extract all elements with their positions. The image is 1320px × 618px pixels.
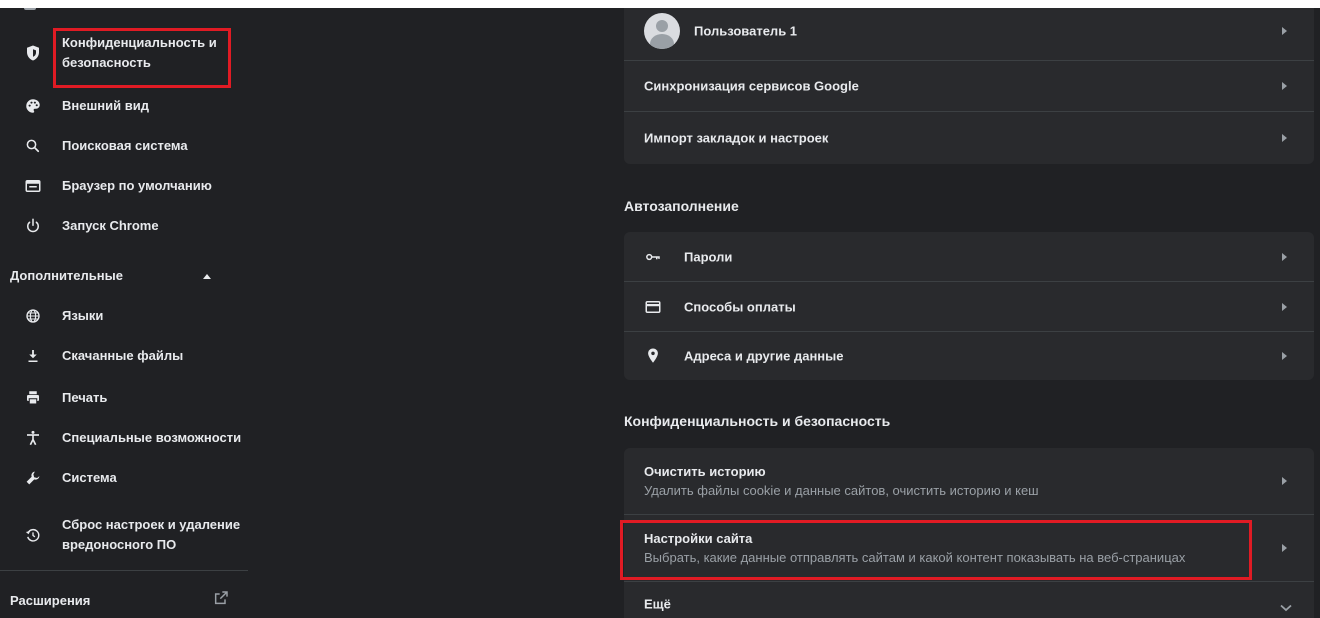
credit-card-icon (644, 298, 662, 316)
sidebar-item-partial (24, 8, 36, 10)
sidebar-item-accessibility[interactable]: Специальные возможности (0, 418, 250, 458)
open-in-new-icon[interactable] (213, 590, 229, 606)
sidebar-item-label: Печать (62, 390, 108, 405)
sidebar-item-label: Скачанные файлы (62, 348, 184, 363)
sidebar-item-default-browser[interactable]: Браузер по умолчанию (0, 166, 250, 206)
more-label: Ещё (644, 596, 671, 612)
highlight-box-site-settings (620, 520, 1252, 580)
sidebar-item-label: Языки (62, 308, 104, 323)
profile-name: Пользователь 1 (694, 23, 798, 39)
arrow-right-icon (1282, 27, 1287, 35)
import-row[interactable]: Импорт закладок и настроек (624, 112, 1314, 164)
people-card: Пользователь 1 Синхронизация сервисов Go… (624, 8, 1314, 164)
arrow-right-icon (1282, 352, 1287, 360)
chrome-settings-window: Конфиденциальность и безопасность Внешни… (0, 8, 1320, 618)
settings-sidebar: Конфиденциальность и безопасность Внешни… (0, 8, 258, 618)
sidebar-item-languages[interactable]: Языки (0, 296, 250, 336)
restore-icon (24, 526, 42, 544)
sidebar-advanced-toggle[interactable]: Дополнительные (10, 268, 123, 283)
sidebar-divider (0, 570, 248, 571)
arrow-right-icon (1282, 82, 1287, 90)
arrow-right-icon (1282, 477, 1287, 485)
sidebar-item-extensions[interactable]: Расширения (10, 593, 90, 608)
addresses-row[interactable]: Адреса и другие данные (624, 332, 1314, 380)
clear-history-label: Очистить историю (644, 464, 766, 479)
clear-history-block: Очистить историю Удалить файлы cookie и … (644, 464, 1039, 498)
advanced-label: Дополнительные (10, 268, 123, 283)
chevron-up-icon[interactable] (203, 274, 211, 279)
profile-row[interactable]: Пользователь 1 (624, 8, 1314, 60)
sidebar-item-search-engine[interactable]: Поисковая система (0, 126, 250, 166)
sidebar-item-label: Специальные возможности (62, 430, 242, 445)
extensions-label: Расширения (10, 593, 91, 608)
sidebar-item-on-startup[interactable]: Запуск Chrome (0, 206, 250, 246)
import-label: Импорт закладок и настроек (644, 130, 829, 146)
autofill-section-title: Автозаполнение (624, 198, 739, 214)
sidebar-item-appearance[interactable]: Внешний вид (0, 86, 250, 126)
printer-icon (24, 389, 42, 407)
sidebar-item-downloads[interactable]: Скачанные файлы (0, 336, 250, 376)
avatar (644, 13, 680, 49)
privacy-section-title: Конфиденциальность и безопасность (624, 413, 891, 429)
shield-icon (24, 44, 42, 62)
highlight-box-privacy (53, 28, 231, 88)
sidebar-item-system[interactable]: Система (0, 458, 250, 498)
arrow-right-icon (1282, 252, 1287, 261)
wrench-icon (24, 469, 42, 487)
browser-window-icon (24, 177, 42, 195)
sidebar-item-reset[interactable]: Сброс настроек и удаление вредоносного П… (0, 510, 250, 560)
globe-icon (24, 307, 42, 325)
sidebar-item-label: Внешний вид (62, 98, 149, 113)
arrow-right-icon (1282, 302, 1287, 311)
more-row[interactable]: Ещё (624, 582, 1314, 618)
sidebar-item-label: Система (62, 470, 117, 485)
sidebar-item-label: Поисковая система (62, 138, 188, 153)
location-pin-icon (644, 347, 662, 365)
sync-label: Синхронизация сервисов Google (644, 78, 859, 94)
power-icon (24, 217, 42, 235)
search-icon (24, 137, 42, 155)
passwords-label: Пароли (684, 249, 733, 264)
payment-methods-label: Способы оплаты (684, 299, 796, 314)
autofill-card: Пароли Способы оплаты Адреса и другие да… (624, 232, 1314, 380)
key-icon (644, 248, 662, 266)
accessibility-icon (24, 429, 42, 447)
sidebar-item-label: Браузер по умолчанию (62, 178, 212, 193)
passwords-row[interactable]: Пароли (624, 232, 1314, 281)
addresses-label: Адреса и другие данные (684, 348, 844, 364)
download-icon (24, 347, 42, 365)
chevron-down-icon (1280, 600, 1292, 612)
palette-icon (24, 97, 42, 115)
sync-row[interactable]: Синхронизация сервисов Google (624, 61, 1314, 111)
arrow-right-icon (1282, 134, 1287, 142)
arrow-right-icon (1282, 544, 1287, 552)
clear-history-row[interactable]: Очистить историю Удалить файлы cookie и … (624, 448, 1314, 514)
clear-history-description: Удалить файлы cookie и данные сайтов, оч… (644, 483, 1039, 498)
sidebar-item-label: Запуск Chrome (62, 218, 159, 233)
sidebar-item-print[interactable]: Печать (0, 378, 250, 418)
payment-methods-row[interactable]: Способы оплаты (624, 282, 1314, 331)
sidebar-item-label: Сброс настроек и удаление вредоносного П… (62, 517, 241, 552)
